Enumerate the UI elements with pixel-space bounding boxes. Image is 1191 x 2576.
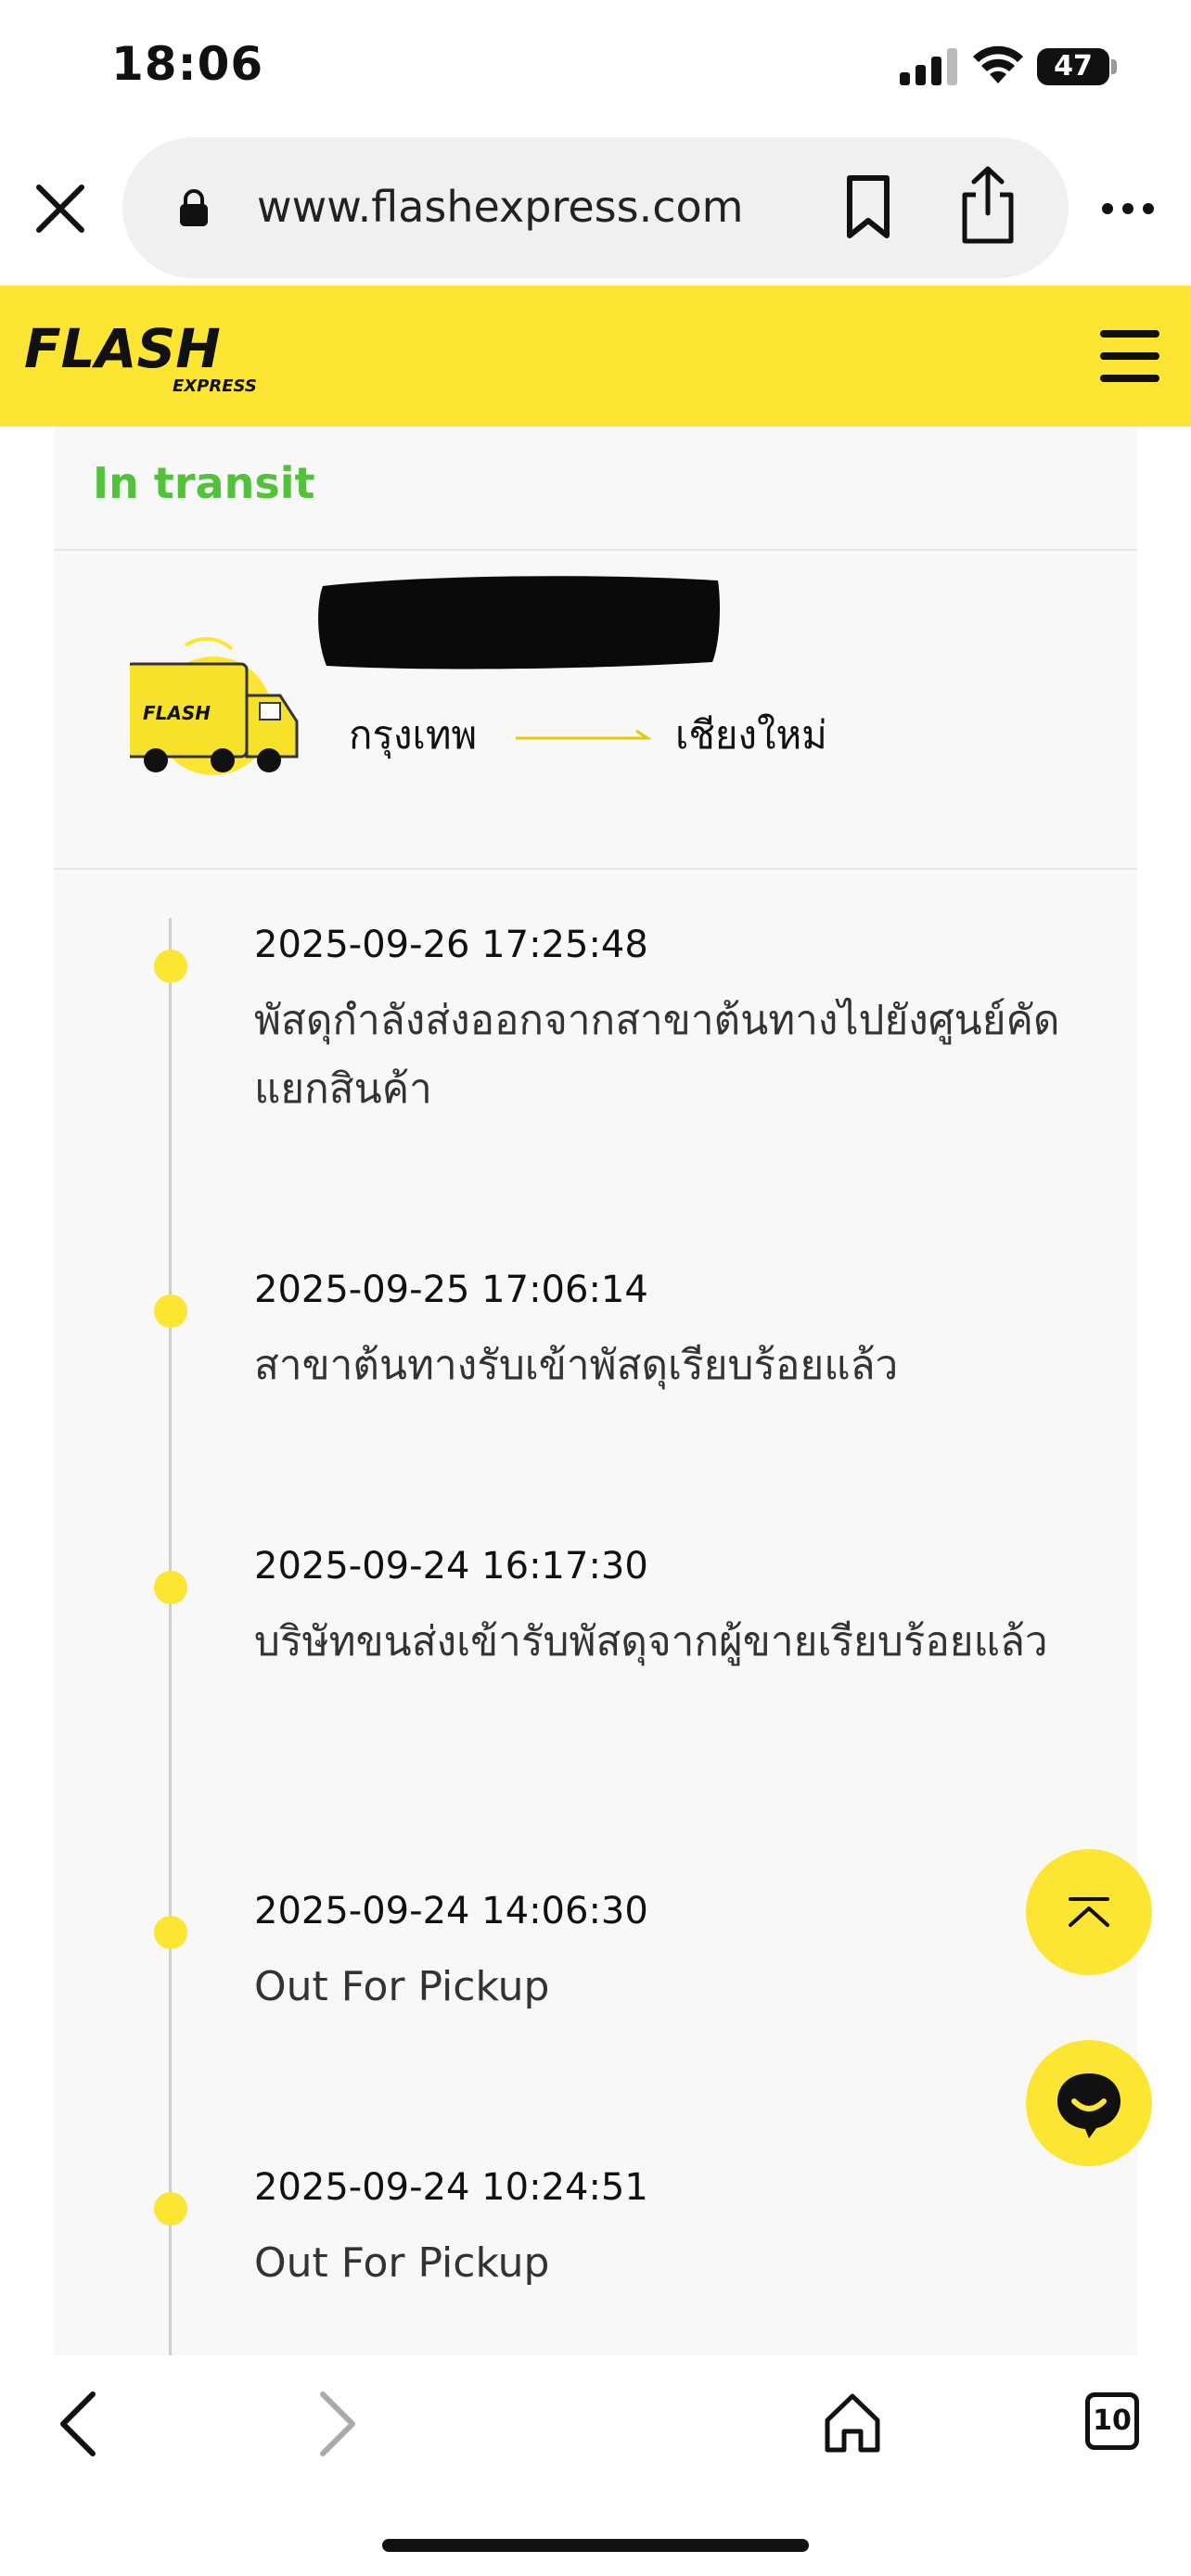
- back-arrow-icon[interactable]: [52, 2387, 104, 2461]
- svg-text:FLASH: FLASH: [24, 317, 221, 380]
- route-destination: เชียงใหม่: [675, 712, 827, 758]
- event-description: Out For Pickup: [254, 2239, 550, 2287]
- divider: [54, 868, 1137, 870]
- more-options-icon[interactable]: [1100, 195, 1156, 223]
- delivery-truck-icon: FLASH: [130, 637, 299, 775]
- timeline-dot: [154, 1916, 187, 1949]
- bookmark-icon[interactable]: [844, 174, 892, 239]
- timeline-dot: [154, 950, 187, 983]
- home-icon[interactable]: [822, 2391, 883, 2455]
- event-time: 2025-09-25 17:06:14: [254, 1269, 648, 1311]
- clock: 18:06: [111, 37, 264, 91]
- tracking-card: In transit FLASH กรุงเทพ เชียงใหม่ 2025-…: [54, 427, 1137, 2365]
- forward-arrow-icon[interactable]: [312, 2387, 364, 2461]
- divider: [54, 549, 1137, 551]
- close-icon[interactable]: [28, 176, 93, 241]
- cellular-signal-icon: [900, 48, 957, 85]
- browser-bottom-bar: 10: [0, 2355, 1191, 2576]
- event-description: บริษัทขนส่งเข้ารับพัสดุจากผู้ขายเรียบร้อ…: [254, 1618, 1048, 1665]
- scroll-to-top-button[interactable]: [1026, 1849, 1152, 1975]
- shipment-status: In transit: [93, 458, 315, 508]
- site-header: FLASH EXPRESS: [0, 286, 1191, 427]
- chat-button[interactable]: [1026, 2040, 1152, 2166]
- chat-icon: [1057, 2073, 1121, 2138]
- redacted-tracking-number: [318, 576, 720, 670]
- event-time: 2025-09-24 14:06:30: [254, 1890, 648, 1932]
- event-time: 2025-09-26 17:25:48: [254, 924, 648, 966]
- battery-tip: [1111, 59, 1117, 74]
- event-time: 2025-09-24 10:24:51: [254, 2166, 648, 2209]
- wifi-icon: [973, 45, 1023, 83]
- svg-text:EXPRESS: EXPRESS: [173, 376, 257, 396]
- home-indicator: [382, 2539, 809, 2552]
- event-description: พัสดุกำลังส่งออกจากสาขาต้นทางไปยังศูนย์ค…: [254, 997, 1060, 1113]
- url-text: www.flashexpress.com: [257, 182, 744, 232]
- menu-icon[interactable]: [1100, 330, 1159, 382]
- flash-express-logo[interactable]: FLASH EXPRESS: [24, 313, 265, 397]
- event-time: 2025-09-24 16:17:30: [254, 1545, 648, 1588]
- timeline-dot: [154, 1571, 187, 1604]
- timeline-dot: [154, 2192, 187, 2225]
- chevron-up-icon: [1069, 1897, 1109, 1927]
- share-icon[interactable]: [957, 165, 1018, 245]
- timeline-dot: [154, 1294, 187, 1328]
- event-description: สาขาต้นทางรับเข้าพัสดุเรียบร้อยแล้ว: [254, 1342, 899, 1389]
- svg-text:FLASH: FLASH: [143, 702, 211, 724]
- lock-icon: [180, 189, 208, 226]
- timeline-track: [169, 918, 172, 2365]
- browser-toolbar: www.flashexpress.com: [0, 130, 1191, 286]
- route-arrow-icon: [516, 729, 651, 740]
- tabs-button[interactable]: 10: [1085, 2392, 1139, 2450]
- battery-icon: 47: [1037, 48, 1109, 85]
- event-description: Out For Pickup: [254, 1963, 550, 2010]
- address-bar[interactable]: www.flashexpress.com: [122, 137, 1069, 278]
- route-origin: กรุงเทพ: [349, 712, 478, 758]
- status-bar: 18:06 47: [0, 0, 1191, 130]
